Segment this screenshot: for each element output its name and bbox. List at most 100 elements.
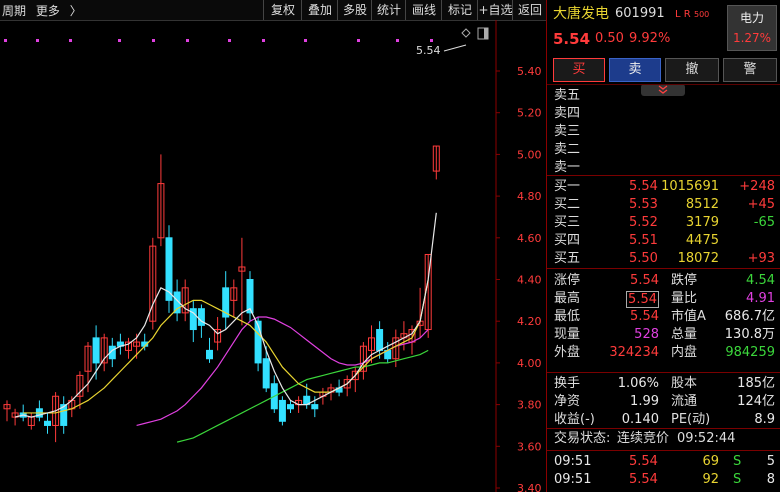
toolbar-button-4[interactable]: 画线 (405, 0, 442, 20)
buy-level-row[interactable]: 买二 5.53 8512 +45 (547, 196, 780, 214)
stat-label: 内盘 (671, 345, 698, 360)
buy-level-label: 买三 (554, 215, 581, 230)
tick-volume: 69 (702, 454, 719, 469)
ma-line-green (176, 349, 429, 443)
tick-num: 5 (766, 454, 775, 469)
stat-value: 4.54 (746, 273, 775, 288)
max-price-annotation: 5.54 (416, 44, 441, 57)
candle-body (311, 404, 319, 410)
toolbar-button-0[interactable]: 复权 (263, 0, 302, 20)
candlestick-chart[interactable]: 5.40 5.20 5.00 4.80 4.60 4.40 4.20 4.00 3.80 3.60… (0, 20, 546, 492)
stat-value: 1.99 (630, 394, 659, 409)
buy-level-row[interactable]: 买四 5.51 4475 (547, 232, 780, 250)
y-tick-label: 3.60 (517, 440, 542, 453)
y-tick-label: 4.20 (517, 315, 542, 328)
stat-value: 8.9 (754, 412, 775, 427)
stat-value: 686.7亿 (724, 309, 775, 324)
top-marker-dot (357, 39, 360, 42)
y-tick-label: 5.40 (517, 65, 542, 78)
panel-toggle-fill (484, 28, 488, 39)
stat-value: 528 (634, 327, 659, 342)
sell-level-row[interactable]: 卖二 (547, 141, 780, 159)
candle-body (254, 320, 262, 364)
tick-time: 09:51 (554, 472, 592, 487)
candle-body (206, 349, 213, 360)
sell-level-label: 卖五 (554, 88, 581, 103)
buy-level-row[interactable]: 买一 5.54 1015691 +248 (547, 178, 780, 196)
sell-level-row[interactable]: 卖五 (547, 87, 780, 105)
tick-volume: 92 (702, 472, 719, 487)
stat-label: 收益(-) (554, 412, 595, 427)
buy-level-change: +93 (747, 251, 775, 266)
stat-row: 收益(-) 0.140 PE(动) 8.9 (547, 411, 780, 429)
stat-row: 最低 5.54 市值A 686.7亿 (547, 308, 780, 326)
sell-level-label: 卖二 (554, 142, 581, 157)
stock-code: 601991 (615, 6, 665, 21)
y-tick-label: 4.80 (517, 190, 542, 203)
kline-chart-area[interactable]: 周期 更多 〉 复权 叠加 多股 统计 画线 标记 +自选 返回 5.40 5.20 5.00 4.… (0, 0, 546, 492)
stat-value: 5.54 (630, 273, 659, 288)
stock-tags: L R (675, 9, 691, 20)
buy-button[interactable]: 买 (553, 58, 605, 82)
price-row: 5.54 0.50 9.92% (547, 30, 780, 50)
stat-label: 流通 (671, 394, 698, 409)
stat-label: 外盘 (554, 345, 581, 360)
toolbar-button-3[interactable]: 统计 (371, 0, 406, 20)
tick-time: 09:51 (554, 454, 592, 469)
stat-value: 124亿 (737, 394, 775, 409)
candle-body (287, 404, 294, 410)
y-tick-label: 5.20 (517, 107, 542, 120)
y-tick-label: 4.40 (517, 274, 542, 287)
stat-value: 4.91 (746, 291, 775, 306)
quote-panel: 大唐发电 601991 L R 500 电力 1.27% 5.54 0.50 9… (546, 0, 780, 492)
buy-level-row[interactable]: 买三 5.52 3179 -65 (547, 214, 780, 232)
buy-level-row[interactable]: 买五 5.50 18072 +93 (547, 250, 780, 268)
stat-value: 5.54 (630, 309, 659, 324)
tick-price: 5.54 (629, 454, 658, 469)
candle-body (262, 358, 270, 389)
cancel-button[interactable]: 撤 (665, 58, 719, 82)
toolbar-button-6[interactable]: +自选 (477, 0, 513, 20)
buy-level-volume: 8512 (685, 197, 719, 212)
top-marker-dot (396, 39, 399, 42)
stat-value: 1.06% (617, 376, 659, 391)
toolbar-button-2[interactable]: 多股 (337, 0, 372, 20)
buy-level-volume: 18072 (677, 251, 719, 266)
toolbar-button-1[interactable]: 叠加 (301, 0, 338, 20)
top-marker-dot (228, 39, 231, 42)
buy-level-change: +248 (739, 179, 775, 194)
stat-label: 净资 (554, 394, 581, 409)
period-selector[interactable]: 周期 (2, 4, 26, 18)
buy-level-label: 买五 (554, 251, 581, 266)
sell-button[interactable]: 卖 (609, 58, 661, 82)
trade-status-row: 交易状态: 连续竞价 09:52:44 (547, 430, 780, 448)
trade-status-time: 09:52:44 (677, 431, 736, 446)
stat-row: 现量 528 总量 130.8万 (547, 326, 780, 344)
sell-level-label: 卖四 (554, 106, 581, 121)
sell-level-row[interactable]: 卖三 (547, 123, 780, 141)
tick-price: 5.54 (629, 472, 658, 487)
stat-value: 5.54 (626, 291, 659, 308)
buy-level-volume: 1015691 (661, 179, 719, 194)
stat-label: 跌停 (671, 273, 698, 288)
top-marker-dot (4, 39, 7, 42)
more-menu[interactable]: 更多 〉 (36, 4, 88, 18)
stat-label: 涨停 (554, 273, 581, 288)
stat-label: 现量 (554, 327, 581, 342)
price-pct: 9.92% (629, 31, 671, 46)
buy-level-price: 5.51 (629, 233, 658, 248)
top-marker-dot (430, 39, 433, 42)
candle-body (92, 337, 100, 364)
toolbar-button-7[interactable]: 返回 (512, 0, 547, 20)
sell-level-row[interactable]: 卖四 (547, 105, 780, 123)
alert-button[interactable]: 警 (723, 58, 777, 82)
stat-label: 总量 (671, 327, 698, 342)
stat-label: PE(动) (671, 412, 711, 427)
tick-num: 8 (766, 472, 775, 487)
buy-level-price: 5.53 (629, 197, 658, 212)
buy-level-change: +45 (747, 197, 775, 212)
sector-name: 电力 (739, 11, 764, 25)
top-marker-dot (36, 39, 39, 42)
toolbar-button-5[interactable]: 标记 (441, 0, 478, 20)
top-marker-dot (304, 39, 307, 42)
